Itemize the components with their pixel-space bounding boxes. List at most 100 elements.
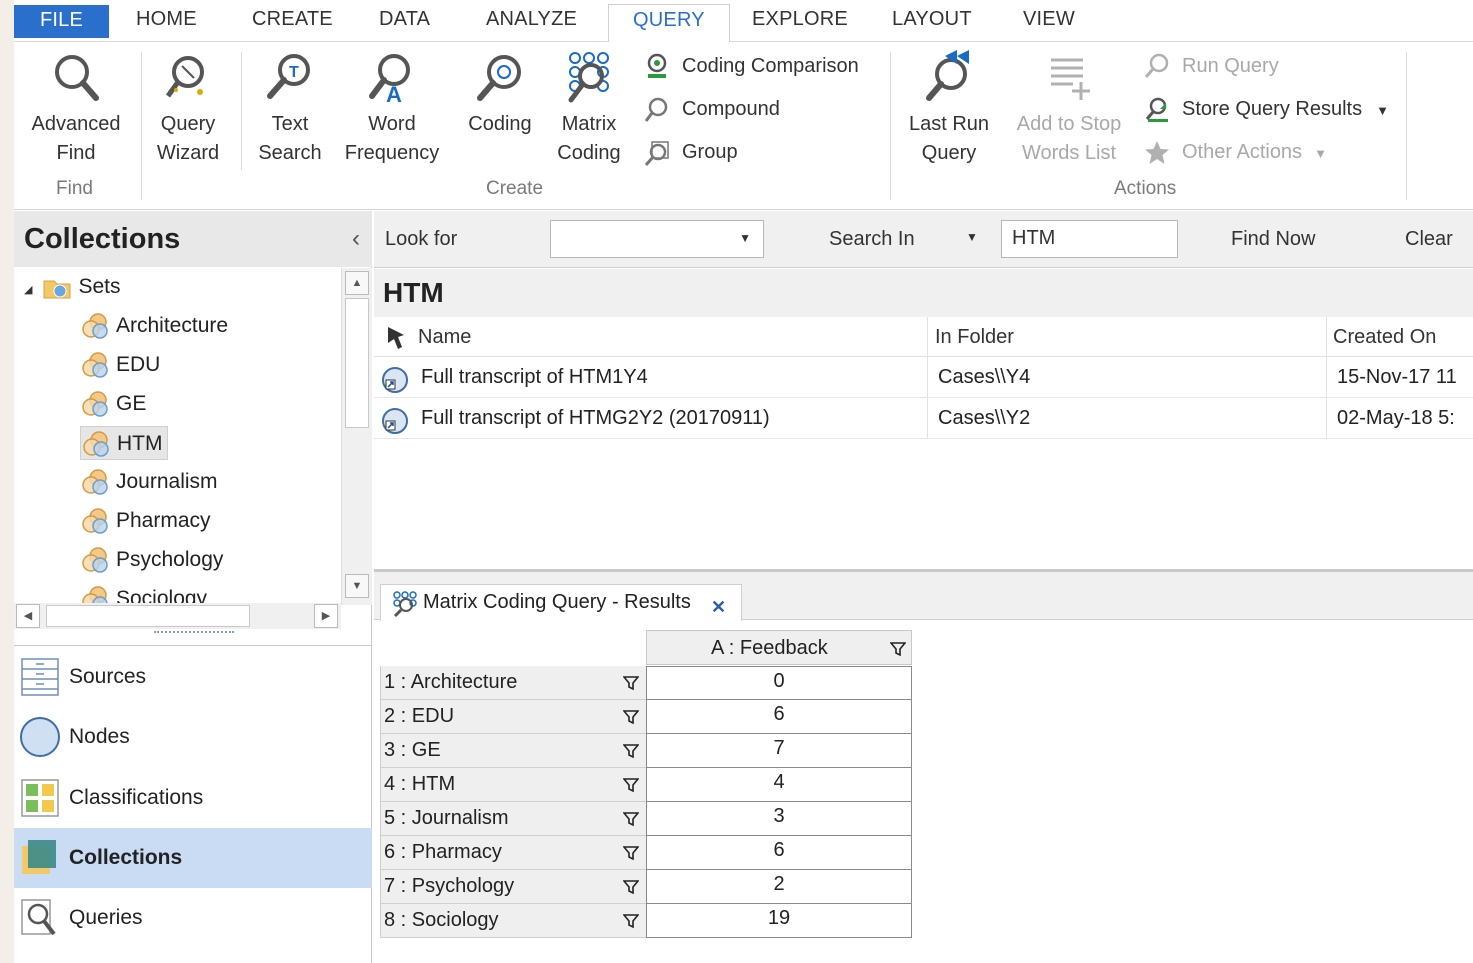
last-run-query-button[interactable]: Last Run Query: [904, 50, 994, 168]
scroll-thumb[interactable]: [46, 605, 250, 627]
matrix-row-label: 4 : HTM: [384, 773, 456, 795]
tab-data[interactable]: DATA: [379, 8, 430, 31]
chevron-down-icon[interactable]: ▼: [739, 231, 751, 245]
nav-classifications[interactable]: Classifications: [14, 768, 372, 828]
store-query-results-button[interactable]: Store Query Results ▼: [1142, 92, 1389, 126]
tab-layout[interactable]: LAYOUT: [892, 8, 972, 31]
matrix-row-header[interactable]: 2 : EDU: [380, 700, 646, 734]
pin-icon[interactable]: [384, 325, 408, 351]
tab-analyze[interactable]: ANALYZE: [486, 8, 577, 31]
matrix-row[interactable]: 8 : Sociology 19: [380, 904, 912, 938]
nav-queries[interactable]: Queries: [14, 888, 372, 948]
matrix-row-header[interactable]: 6 : Pharmacy: [380, 836, 646, 870]
tree-item-set[interactable]: EDU: [80, 348, 160, 382]
filter-icon[interactable]: [623, 811, 639, 827]
matrix-row[interactable]: 3 : GE 7: [380, 734, 912, 768]
matrix-row-header[interactable]: 8 : Sociology: [380, 904, 646, 938]
query-wizard-button[interactable]: Query Wizard: [150, 50, 226, 168]
find-now-button[interactable]: Find Now: [1231, 228, 1315, 251]
tab-create[interactable]: CREATE: [252, 8, 333, 31]
scroll-left-arrow[interactable]: ◀: [16, 604, 40, 628]
matrix-row[interactable]: 7 : Psychology 2: [380, 870, 912, 904]
matrix-cell[interactable]: 3: [646, 802, 912, 836]
close-icon[interactable]: ✕: [711, 597, 726, 618]
clear-button[interactable]: Clear: [1405, 228, 1453, 251]
filter-icon[interactable]: [623, 709, 639, 725]
nav-nodes[interactable]: Nodes: [14, 707, 372, 767]
scroll-thumb[interactable]: [345, 298, 369, 428]
search-in-button[interactable]: Search In: [829, 228, 915, 251]
tree-item-set[interactable]: Architecture: [80, 309, 228, 343]
filter-icon[interactable]: [623, 879, 639, 895]
search-in-dropdown-icon[interactable]: ▼: [966, 230, 978, 244]
tree-vertical-scrollbar[interactable]: ▲ ▼: [341, 268, 372, 605]
tree-item-set-selected[interactable]: HTM: [80, 426, 168, 460]
matrix-coding-button[interactable]: Matrix Coding: [552, 50, 626, 168]
matrix-cell[interactable]: 7: [646, 734, 912, 768]
matrix-cell[interactable]: 4: [646, 768, 912, 802]
coding-query-button[interactable]: Coding: [462, 50, 538, 139]
list-row[interactable]: Full transcript of HTMG2Y2 (20170911) Ca…: [374, 399, 1473, 439]
tree-item-set[interactable]: Pharmacy: [80, 504, 211, 538]
column-in-folder[interactable]: In Folder: [935, 326, 1014, 349]
other-actions-button[interactable]: Other Actions ▼: [1142, 135, 1327, 169]
expand-triangle-icon[interactable]: ◢: [24, 284, 32, 296]
matrix-row-header[interactable]: 1 : Architecture: [380, 666, 646, 700]
filter-icon[interactable]: [890, 641, 906, 657]
filter-icon[interactable]: [623, 845, 639, 861]
results-tab[interactable]: Matrix Coding Query - Results ✕: [380, 584, 742, 621]
text-search-button[interactable]: T Text Search: [254, 50, 326, 168]
matrix-row[interactable]: 6 : Pharmacy 6: [380, 836, 912, 870]
search-in-field[interactable]: HTM: [1001, 220, 1178, 258]
collapse-panel-icon[interactable]: ‹: [352, 225, 360, 253]
nav-collections[interactable]: Collections: [14, 828, 372, 888]
text-search-label-1: Text: [271, 113, 309, 135]
group-query-button[interactable]: Group: [642, 135, 738, 169]
filter-icon[interactable]: [623, 777, 639, 793]
scroll-right-arrow[interactable]: ▶: [314, 604, 338, 628]
other-actions-dropdown-icon[interactable]: ▼: [1314, 146, 1327, 161]
matrix-row[interactable]: 4 : HTM 4: [380, 768, 912, 802]
add-to-stop-words-button[interactable]: Add to Stop Words List: [1010, 50, 1128, 168]
filter-icon[interactable]: [623, 743, 639, 759]
matrix-row[interactable]: 5 : Journalism 3: [380, 802, 912, 836]
word-frequency-button[interactable]: A Word Frequency: [342, 50, 442, 168]
tree-item-set[interactable]: Journalism: [80, 465, 218, 499]
filter-icon[interactable]: [623, 913, 639, 929]
tab-query[interactable]: QUERY: [608, 4, 730, 43]
matrix-row[interactable]: 2 : EDU 6: [380, 700, 912, 734]
matrix-cell[interactable]: 19: [646, 904, 912, 938]
matrix-row-header[interactable]: 5 : Journalism: [380, 802, 646, 836]
matrix-row[interactable]: 1 : Architecture 0: [380, 666, 912, 700]
tab-explore[interactable]: EXPLORE: [752, 8, 848, 31]
scroll-down-arrow[interactable]: ▼: [345, 574, 369, 598]
nav-sources[interactable]: Sources: [14, 647, 372, 707]
splitter-grip[interactable]: [154, 631, 234, 637]
tab-home[interactable]: HOME: [136, 8, 197, 31]
advanced-find-button[interactable]: Advanced Find: [24, 50, 128, 168]
column-name[interactable]: Name: [418, 326, 471, 349]
matrix-column-header[interactable]: A : Feedback: [646, 630, 912, 665]
matrix-cell[interactable]: 6: [646, 836, 912, 870]
matrix-row-header[interactable]: 4 : HTM: [380, 768, 646, 802]
coding-comparison-button[interactable]: Coding Comparison: [642, 49, 859, 83]
filter-icon[interactable]: [623, 675, 639, 691]
compound-button[interactable]: Compound: [642, 92, 780, 126]
matrix-cell[interactable]: 0: [646, 666, 912, 700]
matrix-cell[interactable]: 6: [646, 700, 912, 734]
look-for-combo[interactable]: ▼: [550, 220, 764, 258]
store-results-dropdown-icon[interactable]: ▼: [1376, 103, 1389, 118]
scroll-up-arrow[interactable]: ▲: [345, 271, 369, 295]
matrix-row-header[interactable]: 3 : GE: [380, 734, 646, 768]
column-created-on[interactable]: Created On: [1333, 326, 1436, 349]
matrix-cell[interactable]: 2: [646, 870, 912, 904]
tab-file[interactable]: FILE: [14, 5, 109, 38]
tree-item-sets[interactable]: ◢ Sets: [24, 270, 121, 304]
tree-item-set[interactable]: GE: [80, 387, 146, 421]
tree-item-set[interactable]: Psychology: [80, 543, 223, 577]
tab-view[interactable]: VIEW: [1023, 8, 1075, 31]
matrix-row-header[interactable]: 7 : Psychology: [380, 870, 646, 904]
tree-horizontal-scrollbar[interactable]: ◀ ▶: [14, 603, 341, 629]
run-query-button[interactable]: Run Query: [1142, 49, 1279, 83]
list-row[interactable]: Full transcript of HTM1Y4 Cases\\Y4 15-N…: [374, 358, 1473, 398]
